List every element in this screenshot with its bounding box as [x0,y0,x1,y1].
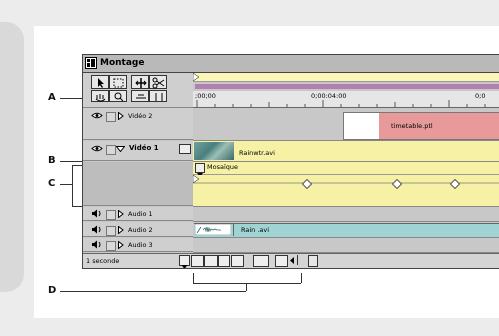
scroll-left-icon[interactable] [289,256,295,265]
ruler-end-time: 0;0 [475,92,486,100]
horizontal-scrollbar[interactable] [297,255,499,265]
work-area-bar[interactable] [193,73,499,82]
lock-box[interactable] [106,112,116,122]
keyframe-diamond[interactable] [302,179,312,189]
snap-edges-button[interactable] [204,255,218,267]
montage-window: Montage ;00;00 0;00:04:00 0;0 Vidéo 2 ti… [82,54,499,269]
shift-tracks-button[interactable] [231,255,244,267]
track-tool[interactable] [131,75,149,89]
keyframe-diamond[interactable] [392,179,402,189]
eye-icon[interactable] [91,144,103,153]
callout-d-line [60,291,246,292]
speaker-icon[interactable] [91,240,102,249]
marquee-icon [113,78,124,88]
scroll-thumb[interactable] [308,255,318,267]
waveform-icon [195,224,231,235]
expand-triangle-icon[interactable] [118,210,124,218]
time-unit-label: 1 seconde [86,257,120,265]
transition-label: Mosaïque [207,163,239,171]
transition-dropdown[interactable] [195,163,205,177]
work-area-range[interactable] [195,84,499,89]
time-ruler[interactable]: ;00;00 0;00:04:00 0;0 [193,91,499,108]
lock-box[interactable] [106,145,116,155]
lock-box[interactable] [106,226,116,236]
clip-rain-audio[interactable] [194,223,499,237]
callout-d-right [301,273,302,283]
track-format-button[interactable] [191,255,204,267]
sync-mode-button[interactable] [253,255,269,267]
speaker-icon[interactable] [91,209,102,218]
track-audio1[interactable] [193,207,499,222]
expand-triangle-icon[interactable] [118,226,124,234]
work-area-start-marker[interactable] [193,73,201,81]
timeline-app-icon [85,57,97,69]
edge-view-button[interactable] [218,255,230,267]
lock-box[interactable] [106,210,116,220]
link-icon [136,94,146,99]
track-mode-icon[interactable] [179,144,191,154]
track-label-audio2: Audio 2 [128,226,153,234]
in-out-tool[interactable] [149,90,167,102]
callout-d: D [48,285,57,296]
background-shape [0,22,24,292]
zoom-tool[interactable] [109,90,127,102]
link-tool[interactable] [131,90,149,102]
callout-c-bracket [72,165,73,206]
clip-divider [233,223,234,236]
track-label-video2: Vidéo 2 [128,112,153,120]
callout-a: A [48,92,56,103]
arrow-icon [98,78,104,88]
hand-icon [95,94,106,102]
toggle-track-output-button[interactable] [275,255,288,267]
keyframe-diamond[interactable] [450,179,460,189]
callout-d-left [193,273,194,283]
clip-video2-white[interactable] [343,112,380,140]
lock-box[interactable] [106,241,116,251]
time-unit-dropdown[interactable] [179,255,190,268]
clip-label-rainwtr: Rainwtr.avi [239,149,275,157]
eye-icon[interactable] [91,111,103,120]
track-label-audio1: Audio 1 [128,210,153,218]
callout-c: C [48,178,56,189]
clip-label-timetable: timetable.ptl [391,122,433,130]
keyframe-start-marker[interactable] [193,175,200,183]
ruler-start-time: ;00;00 [195,92,216,100]
ruler-mid-time: 0;00:04:00 [311,92,347,100]
in-out-icon [155,93,163,101]
title-bar[interactable]: Montage [83,55,499,73]
callout-d-stem [246,283,247,291]
callout-b: B [48,155,56,166]
expand-triangle-icon[interactable] [118,241,124,249]
speaker-icon[interactable] [91,225,102,234]
scissors-icon [152,77,165,89]
track-header-transition [83,162,193,206]
callout-c-line [60,184,72,185]
hand-tool[interactable] [91,90,109,102]
track-label-audio3: Audio 3 [128,241,153,249]
callout-d-bar [193,283,301,284]
magnifier-icon [114,92,124,102]
clip-thumbnail [194,142,234,160]
cross-arrows-icon [135,78,147,88]
clip-label-rain: Rain .avi [241,226,270,234]
transition-row[interactable] [193,162,499,175]
expand-triangle-icon[interactable] [118,112,124,120]
chevron-down-icon [181,265,188,268]
window-title: Montage [100,58,145,68]
selection-tool[interactable] [91,75,109,89]
track-audio3[interactable] [193,238,499,253]
range-select-tool[interactable] [109,75,127,89]
razor-tool[interactable] [149,75,167,89]
track-label-video1: Vidéo 1 [129,144,159,152]
collapse-triangle-icon[interactable] [116,146,125,152]
